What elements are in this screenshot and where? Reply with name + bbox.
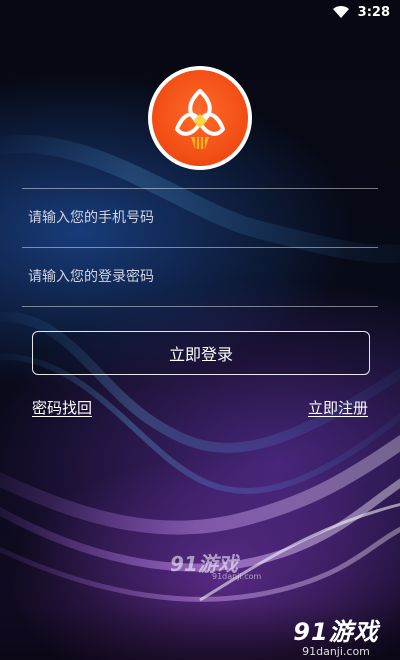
password-input[interactable] xyxy=(22,248,378,305)
wifi-icon xyxy=(332,5,349,18)
center-watermark-url: 91danji.com xyxy=(212,572,262,581)
logo-emblem xyxy=(152,70,248,166)
phone-field[interactable] xyxy=(22,188,378,246)
corner-watermark-text: 91游戏 xyxy=(293,618,379,646)
phone-input[interactable] xyxy=(22,189,378,246)
forgot-password-link[interactable]: 密码找回 xyxy=(32,397,92,418)
app-logo xyxy=(148,66,252,170)
login-button[interactable]: 立即登录 xyxy=(32,331,370,375)
register-link[interactable]: 立即注册 xyxy=(308,397,368,418)
center-watermark: 91游戏 91danji.com xyxy=(170,548,270,582)
status-bar: 3:28 xyxy=(0,0,400,24)
status-time: 3:28 xyxy=(357,4,390,20)
password-field[interactable] xyxy=(22,247,378,305)
field-divider xyxy=(22,306,378,307)
triquetra-icon xyxy=(175,89,225,149)
corner-watermark: 91游戏 91danji.com xyxy=(282,612,390,658)
